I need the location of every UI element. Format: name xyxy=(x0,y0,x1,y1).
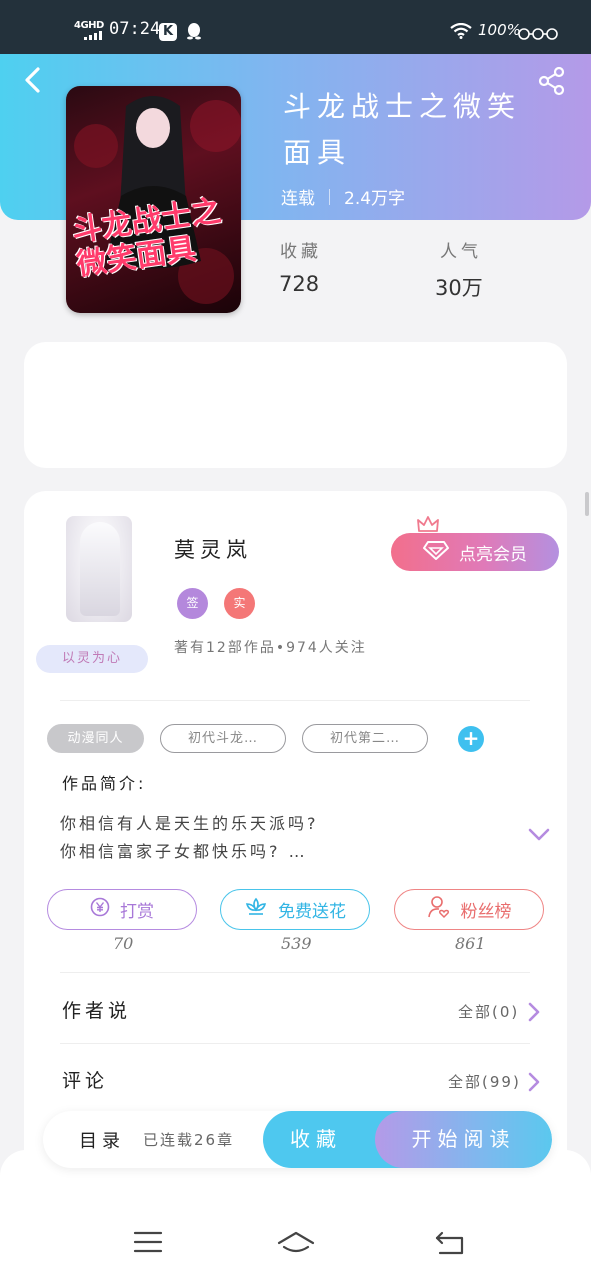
author-avatar[interactable] xyxy=(66,516,132,622)
book-status: 连载 xyxy=(281,189,315,209)
favorites-label: 收藏 xyxy=(280,242,322,262)
flower-count: 539 xyxy=(281,934,312,953)
tip-button[interactable]: 打赏 xyxy=(47,889,197,930)
back-icon[interactable] xyxy=(22,66,44,98)
verified-badge: 实 xyxy=(224,588,255,619)
glasses-icon xyxy=(518,25,558,44)
scrollbar[interactable] xyxy=(585,492,589,516)
author-says-label[interactable]: 作者说 xyxy=(62,996,131,1023)
back-nav-icon[interactable] xyxy=(434,1230,466,1260)
divider xyxy=(60,1043,530,1044)
network-type: 4GHD xyxy=(74,20,104,31)
intro-line: 你相信有人是天生的乐天派吗? xyxy=(60,814,319,833)
signed-badge: 签 xyxy=(177,588,208,619)
avatar-figure xyxy=(80,522,120,616)
flower-icon xyxy=(244,896,268,923)
fan-ranking-label: 粉丝榜 xyxy=(460,902,512,922)
menu-icon[interactable] xyxy=(133,1230,163,1258)
send-flower-label: 免费送花 xyxy=(278,902,346,922)
add-tag-button[interactable]: + xyxy=(458,726,484,752)
intro-line: 你相信富家子女都快乐吗? … xyxy=(60,842,308,861)
yen-coin-icon xyxy=(90,897,110,922)
tag-item[interactable]: 初代第二… xyxy=(302,724,428,753)
read-action-bar: 目录 已连载26章 收藏 开始阅读 xyxy=(43,1111,552,1168)
send-flower-button[interactable]: 免费送花 xyxy=(220,889,370,930)
book-meta: 连载 2.4万字 xyxy=(281,184,405,209)
chevron-right-icon[interactable] xyxy=(527,1071,541,1097)
popularity-label: 人气 xyxy=(440,242,482,262)
tip-count: 70 xyxy=(113,934,134,953)
wifi-icon xyxy=(450,22,472,43)
meta-divider xyxy=(329,188,330,205)
toc-button[interactable]: 目录 xyxy=(79,1127,125,1153)
tip-label: 打赏 xyxy=(120,902,154,922)
home-icon[interactable] xyxy=(276,1230,316,1262)
qq-icon xyxy=(186,22,202,44)
tag-item[interactable]: 动漫同人 xyxy=(47,724,144,753)
divider xyxy=(60,700,530,701)
vip-button[interactable]: 点亮会员 xyxy=(391,533,559,571)
author-says-all[interactable]: 全部(0) xyxy=(458,1001,519,1022)
popularity-value: 30万 xyxy=(435,276,483,300)
user-heart-icon xyxy=(427,895,451,924)
share-icon[interactable] xyxy=(537,66,567,100)
author-stats: 著有12部作品•974人关注 xyxy=(174,640,367,656)
battery-level: 100% xyxy=(478,21,521,39)
divider xyxy=(60,972,530,973)
start-reading-button[interactable]: 开始阅读 xyxy=(375,1111,552,1168)
word-count: 2.4万字 xyxy=(344,189,406,209)
chevron-right-icon[interactable] xyxy=(527,1001,541,1027)
chapter-progress: 已连载26章 xyxy=(143,1131,235,1149)
tag-item[interactable]: 初代斗龙… xyxy=(160,724,286,753)
k-app-icon: K xyxy=(159,23,177,41)
status-bar: 4GHD 07:24 K 100% xyxy=(0,0,591,54)
intro-label: 作品简介: xyxy=(62,774,147,793)
author-name[interactable]: 莫灵岚 xyxy=(174,534,252,564)
vip-button-label: 点亮会员 xyxy=(459,544,527,565)
empty-card xyxy=(24,342,567,468)
fan-ranking-button[interactable]: 粉丝榜 xyxy=(394,889,544,930)
comments-all[interactable]: 全部(99) xyxy=(448,1071,521,1092)
book-title: 斗龙战士之微笑面具 xyxy=(283,90,522,169)
fan-count: 861 xyxy=(455,934,486,953)
expand-chevron-icon[interactable] xyxy=(528,827,550,846)
signal-icon xyxy=(84,31,102,40)
book-cover[interactable]: 斗龙战士之微笑面具 xyxy=(66,86,241,313)
clock: 07:24 xyxy=(109,19,161,39)
favorites-value: 728 xyxy=(279,272,320,296)
avatar-badge: 以灵为心 xyxy=(36,645,148,673)
comments-label[interactable]: 评论 xyxy=(62,1066,108,1093)
diamond-icon xyxy=(423,540,449,565)
